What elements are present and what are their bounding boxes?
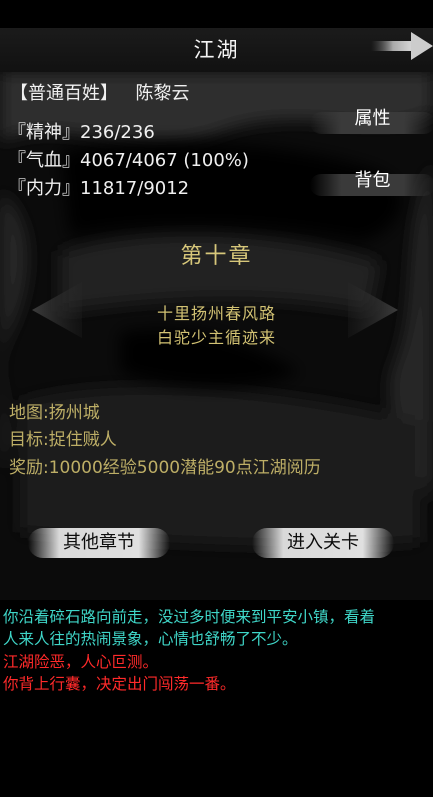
mission-goal: 目标:捉住贼人 [9, 430, 117, 450]
player-rank: 【普通百姓】 [10, 83, 118, 104]
stat-label: 『气血』 [8, 150, 80, 171]
stat-value: 236/236 [80, 122, 155, 143]
status-bar [0, 0, 433, 28]
log-line: 江湖险恶，人心叵测。 [3, 653, 159, 671]
other-chapters-button[interactable]: 其他章节 [28, 528, 170, 558]
player-header: 【普通百姓】 陈黎云 [10, 79, 189, 105]
page-title: 江湖 [193, 38, 240, 62]
stat-label: 『精神』 [8, 122, 80, 143]
stat-value: 4067/4067 (100%) [80, 150, 249, 171]
log-line: 你沿着碎石路向前走，没过多时便来到平安小镇，看着 [3, 608, 376, 626]
chapter-title: 第十章 [180, 244, 253, 269]
stat-value: 11817/9012 [80, 178, 190, 199]
log-line: 你背上行囊，决定出门闯荡一番。 [3, 675, 236, 693]
stat-spirit: 『精神』236/236 [8, 118, 155, 144]
triangle-left-icon[interactable] [32, 282, 82, 338]
bag-button[interactable]: 背包 [310, 170, 433, 196]
attributes-button[interactable]: 属性 [310, 108, 433, 134]
mission-reward: 奖励:10000经验5000潜能90点江湖阅历 [9, 458, 321, 478]
log-line: 人来人往的热闹景象，心情也舒畅了不少。 [3, 630, 298, 648]
enter-stage-button[interactable]: 进入关卡 [252, 528, 394, 558]
mission-map: 地图:扬州城 [9, 403, 100, 423]
player-name: 陈黎云 [135, 83, 190, 104]
triangle-right-icon[interactable] [348, 282, 398, 338]
arrow-right-icon[interactable] [371, 32, 433, 60]
stat-internal-power: 『内力』11817/9012 [8, 174, 189, 200]
stat-health: 『气血』4067/4067 (100%) [8, 146, 249, 172]
stat-label: 『内力』 [8, 178, 80, 199]
